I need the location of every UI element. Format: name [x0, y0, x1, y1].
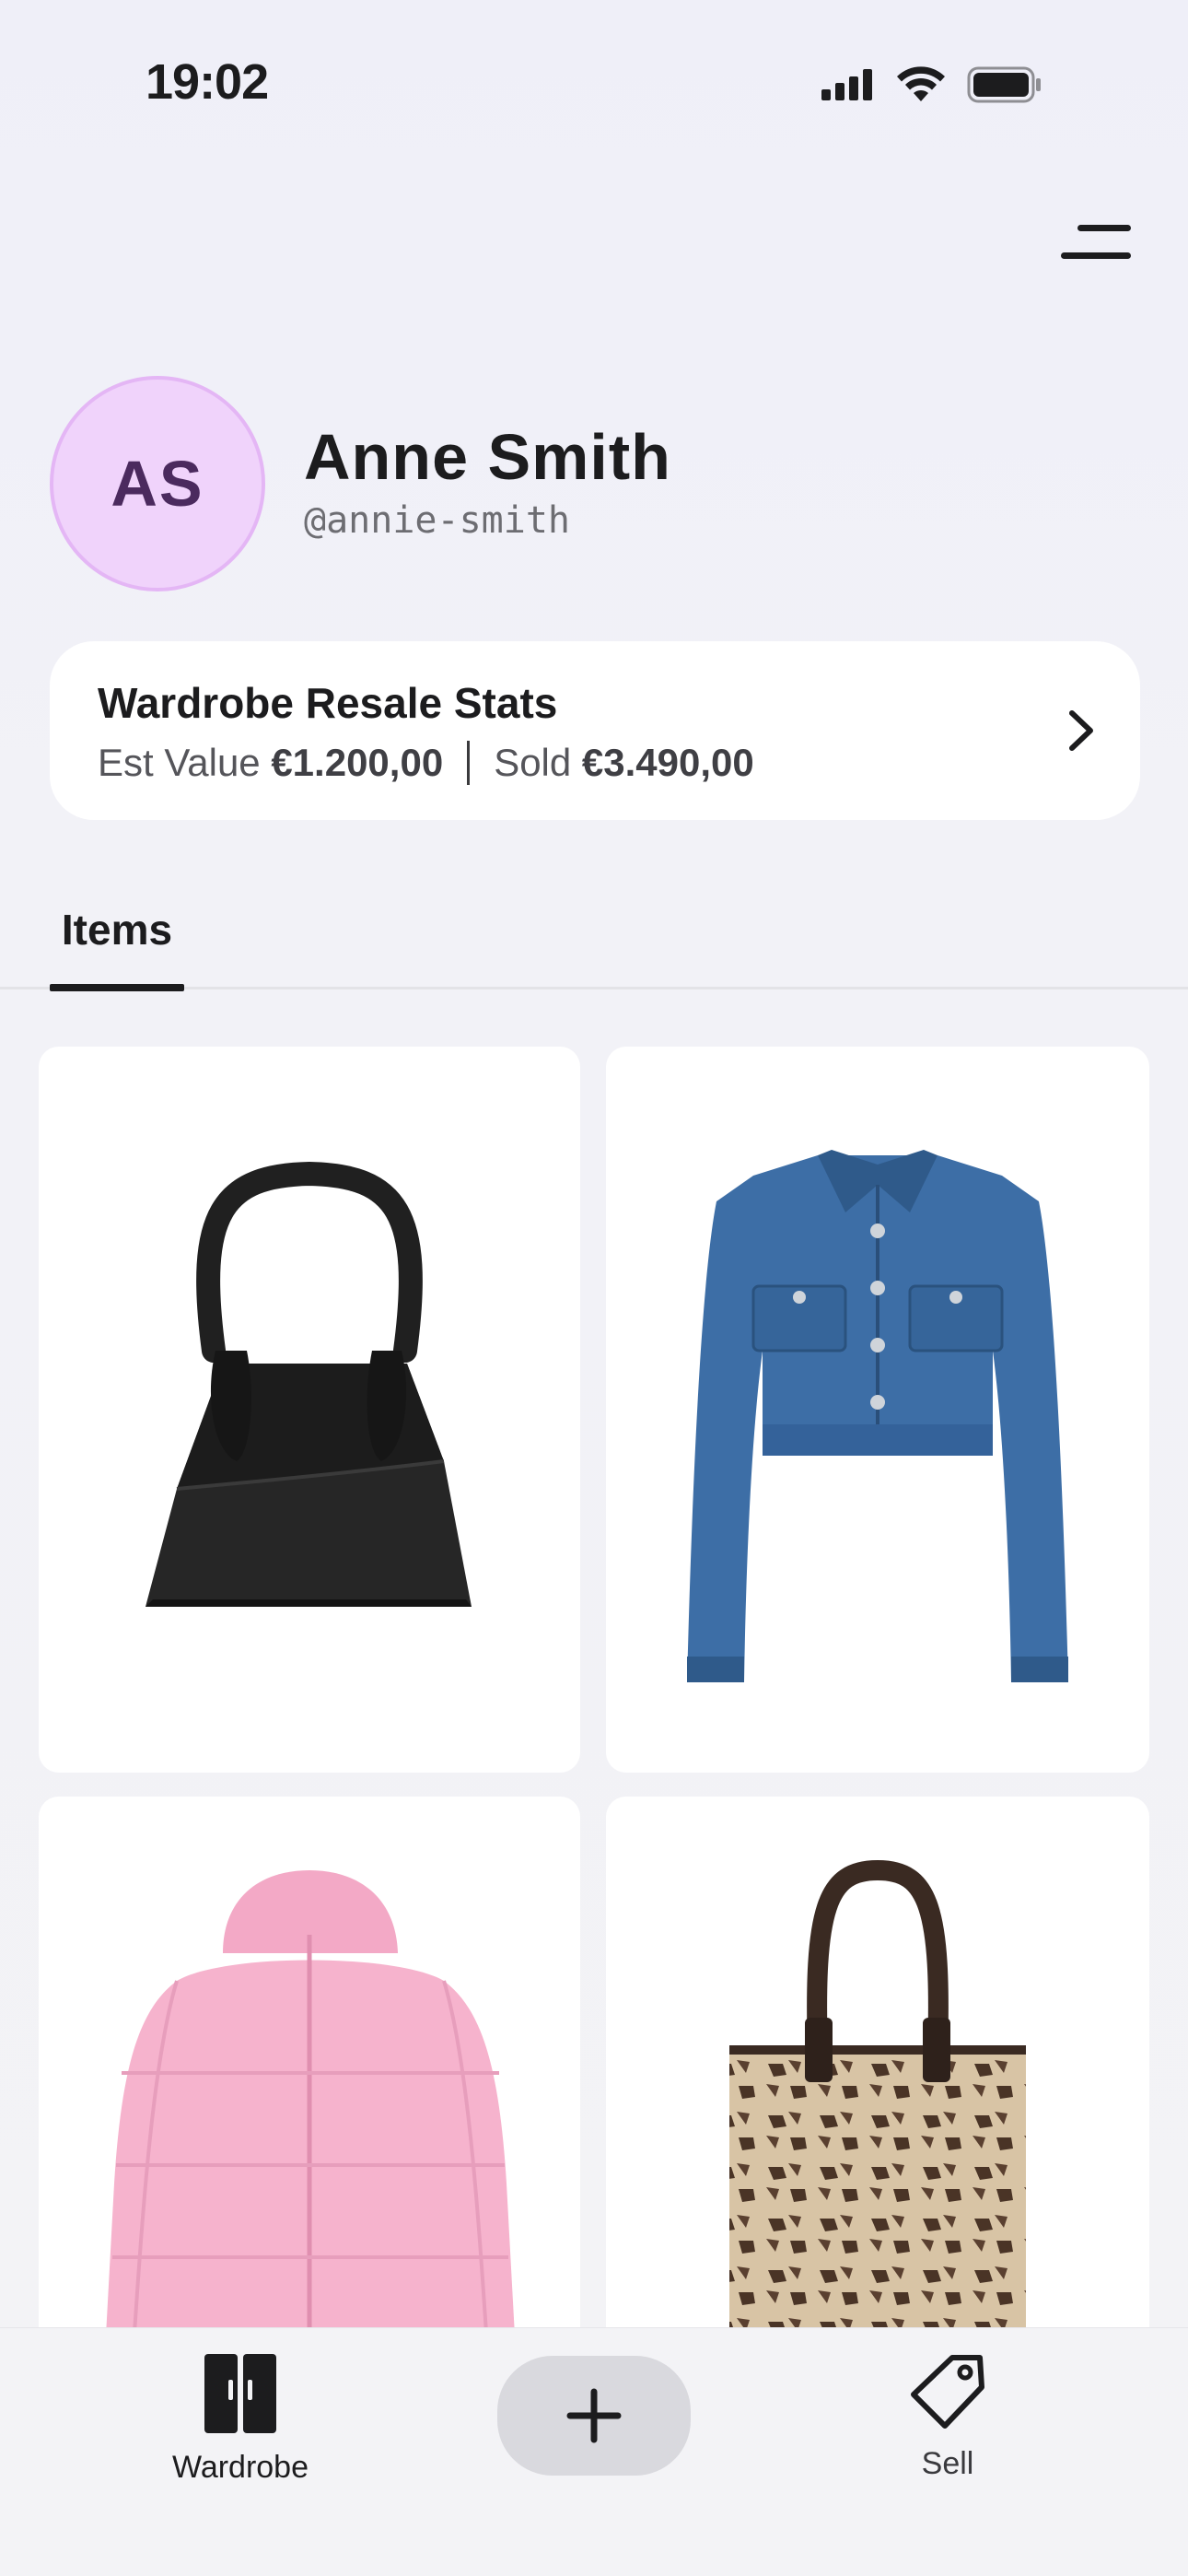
plus-icon [566, 2388, 622, 2443]
item-card-denim-jacket[interactable] [606, 1047, 1149, 1773]
monogram-tote-image [729, 1859, 1026, 2386]
stats-values: Est Value €1.200,00 Sold €3.490,00 [98, 741, 754, 785]
wifi-icon [897, 66, 945, 101]
menu-line-bottom [1061, 252, 1131, 259]
pink-puffer-image [103, 1870, 518, 2386]
chevron-right-icon [1069, 710, 1093, 751]
nav-sell[interactable]: Sell [869, 2352, 1026, 2509]
item-card-pink-puffer[interactable] [39, 1797, 580, 2386]
cellular-signal-icon [821, 69, 872, 100]
status-icons [821, 66, 1042, 103]
hamburger-menu-icon[interactable] [1055, 217, 1138, 269]
add-item-button[interactable] [497, 2356, 691, 2476]
sold-amount: €3.490,00 [581, 741, 754, 784]
wardrobe-stats-card[interactable]: Wardrobe Resale Stats Est Value €1.200,0… [50, 641, 1140, 820]
black-handbag-image [146, 1161, 472, 1607]
profile-handle: @annie-smith [304, 499, 570, 542]
bottom-tab-bar: Wardrobe Sell [0, 2327, 1188, 2576]
battery-icon [967, 66, 1041, 103]
stats-title: Wardrobe Resale Stats [98, 679, 558, 727]
profile-name: Anne Smith [304, 421, 671, 493]
tab-items[interactable]: Items [50, 888, 184, 989]
active-tab-indicator [50, 984, 184, 991]
est-value-label: Est Value [98, 741, 261, 784]
tab-items-label: Items [61, 906, 173, 954]
est-value-amount: €1.200,00 [271, 741, 444, 784]
wardrobe-icon [204, 2354, 276, 2433]
tab-strip: Items [0, 888, 1188, 991]
sold-label: Sold [494, 741, 572, 784]
denim-jacket-image [687, 1150, 1068, 1682]
status-bar: 19:02 [0, 0, 1188, 166]
nav-wardrobe-label: Wardrobe [171, 2450, 309, 2485]
nav-wardrobe[interactable]: Wardrobe [162, 2352, 319, 2509]
item-card-monogram-tote[interactable] [606, 1797, 1149, 2386]
menu-line-top [1077, 225, 1131, 231]
price-tag-icon [911, 2355, 984, 2429]
nav-sell-label: Sell [921, 2446, 974, 2481]
avatar[interactable]: AS [50, 376, 265, 591]
status-time: 19:02 [146, 54, 269, 110]
item-card-black-handbag[interactable] [39, 1047, 580, 1773]
stats-divider [467, 741, 471, 785]
